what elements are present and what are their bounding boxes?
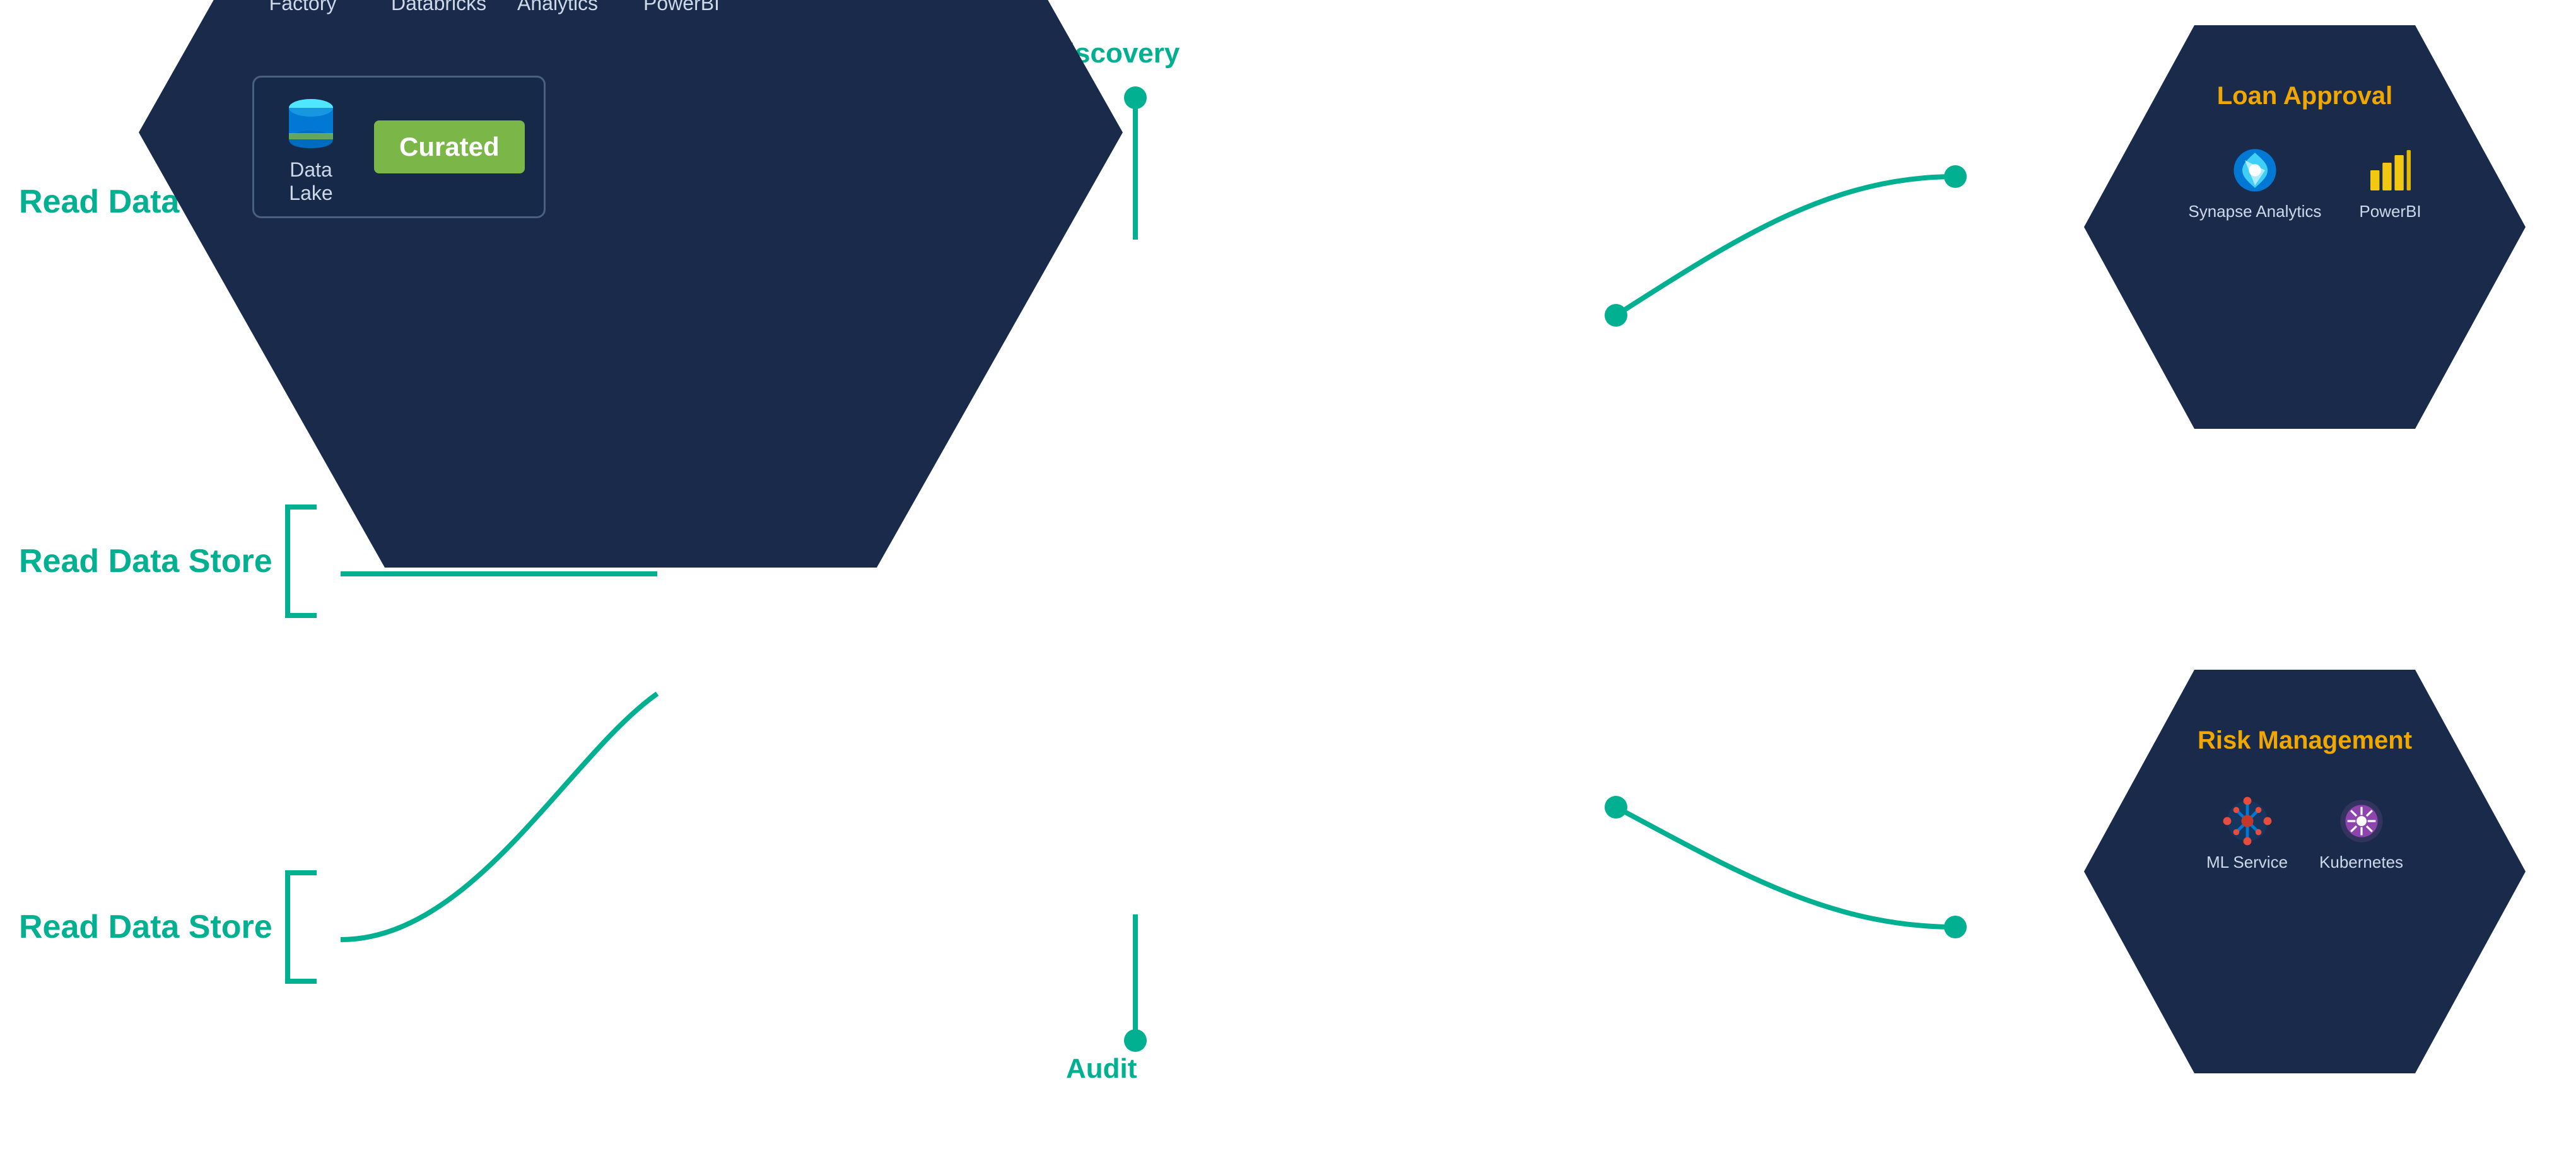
kubernetes-label: Kubernetes [2319, 853, 2403, 872]
risk-hex-title: Risk Management [2084, 726, 2526, 755]
rds-mid-label: Read Data Store [19, 542, 272, 580]
kubernetes-item: Kubernetes [2319, 796, 2403, 872]
rds-mid: Read Data Store [19, 505, 317, 618]
data-factory-icon-item: Data Factory [265, 0, 341, 15]
data-lake-label: Data Lake [273, 158, 349, 205]
ml-service-label: ML Service [2206, 853, 2288, 872]
icons-row-1: Data Factory Databricks [265, 0, 719, 15]
databricks-label: Databricks [391, 0, 467, 15]
loan-hex-title: Loan Approval [2084, 82, 2526, 110]
audit-label: Audit [1066, 1053, 1137, 1085]
lake-curated-container: Data Lake Curated [252, 76, 546, 218]
data-lake-icon [283, 89, 339, 152]
powerbi-icon-item: PowerBI [643, 0, 719, 15]
ml-service-icon [2222, 796, 2273, 846]
ml-service-item: ML Service [2206, 796, 2288, 872]
loan-icons-row: Synapse Analytics PowerBI [2084, 145, 2526, 221]
powerbi-center-label: PowerBI [643, 0, 719, 15]
synapse-icon-item: Synapse Analytics [517, 0, 593, 15]
powerbi-loan-icon [2365, 145, 2416, 195]
data-factory-label: Data Factory [265, 0, 341, 15]
synapse-center-label: Synapse Analytics [517, 0, 593, 15]
rds-bot: Read Data Store [19, 870, 317, 984]
rds-mid-bracket [285, 505, 317, 618]
curated-badge: Curated [374, 120, 525, 173]
risk-icons-row: ML Service [2084, 796, 2526, 872]
main-canvas: Discovery Audit Read Data Store Read Dat… [0, 0, 2576, 1149]
powerbi-loan-item: PowerBI [2359, 145, 2421, 221]
data-lake-icon-item: Data Lake [273, 89, 349, 205]
rds-bot-label: Read Data Store [19, 908, 272, 946]
powerbi-loan-label: PowerBI [2359, 202, 2421, 221]
synapse-loan-icon [2230, 145, 2280, 195]
synapse-loan-item: Synapse Analytics [2188, 145, 2321, 221]
risk-hexagon: Risk Management ML Service [2084, 670, 2526, 1073]
synapse-loan-label: Synapse Analytics [2188, 202, 2321, 221]
center-hexagon: Credit Monitoring Data Factory [139, 0, 1123, 568]
loan-hexagon: Loan Approval Synapse Analytics [2084, 25, 2526, 429]
kubernetes-icon [2336, 796, 2387, 846]
rds-bot-bracket [285, 870, 317, 984]
databricks-icon-item: Databricks [391, 0, 467, 15]
